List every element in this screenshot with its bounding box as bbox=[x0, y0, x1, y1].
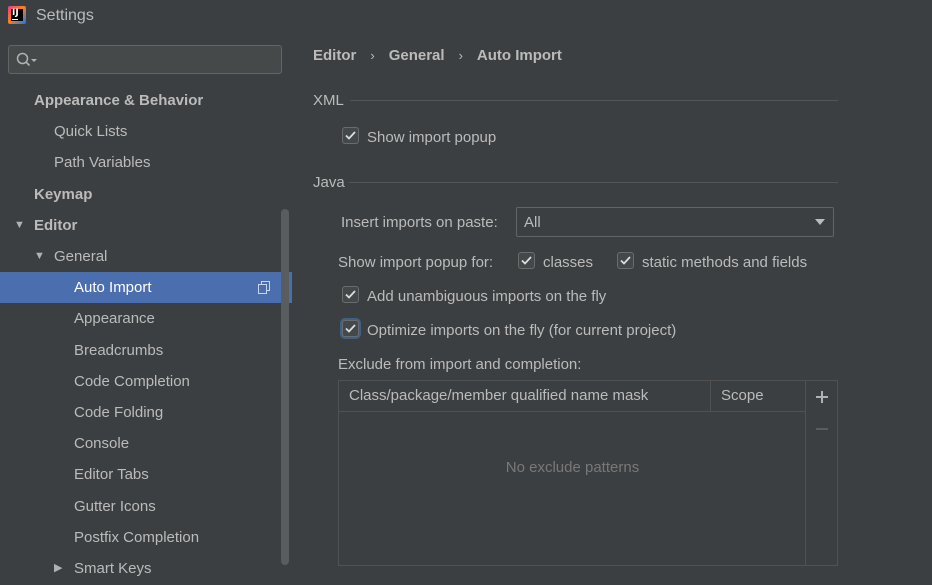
optimize-imports-checkbox[interactable] bbox=[342, 320, 359, 337]
sidebar-item-label: Smart Keys bbox=[74, 560, 152, 577]
expand-arrow-icon[interactable]: ▼ bbox=[34, 241, 45, 272]
sidebar-item-label: Breadcrumbs bbox=[74, 342, 164, 359]
sidebar-item-label: Appearance & Behavior bbox=[34, 92, 204, 109]
insert-imports-dropdown[interactable]: All bbox=[516, 207, 834, 237]
sidebar-item-general[interactable]: ▼ General bbox=[0, 241, 292, 272]
breadcrumb-separator-icon: › bbox=[370, 47, 375, 63]
section-divider bbox=[349, 182, 838, 183]
sidebar-item-label: Editor bbox=[34, 217, 78, 234]
title-bar: IJ Settings bbox=[0, 0, 932, 33]
search-input[interactable] bbox=[8, 45, 282, 74]
static-methods-label: static methods and fields bbox=[642, 254, 808, 271]
sidebar-item-label: Keymap bbox=[34, 186, 93, 203]
sidebar-item-breadcrumbs[interactable]: Breadcrumbs bbox=[0, 335, 292, 366]
window-title: Settings bbox=[36, 7, 94, 24]
add-unambiguous-label: Add unambiguous imports on the fly bbox=[367, 288, 607, 305]
section-divider bbox=[350, 100, 838, 101]
check-icon bbox=[521, 256, 532, 265]
sidebar-item-gutter-icons[interactable]: Gutter Icons bbox=[0, 491, 292, 522]
sidebar-item-code-folding[interactable]: Code Folding bbox=[0, 397, 292, 428]
breadcrumb-item[interactable]: General bbox=[389, 47, 445, 64]
insert-imports-value: All bbox=[524, 214, 541, 231]
static-methods-checkbox[interactable] bbox=[617, 252, 634, 269]
column-header-scope[interactable]: Scope bbox=[721, 387, 764, 404]
classes-checkbox[interactable] bbox=[518, 252, 535, 269]
breadcrumb-separator-icon: › bbox=[458, 47, 463, 63]
check-icon bbox=[620, 256, 631, 265]
table-toolbar bbox=[805, 381, 837, 565]
classes-label: classes bbox=[543, 254, 594, 271]
sidebar-item-editor[interactable]: ▼ Editor bbox=[0, 210, 292, 241]
sidebar-item-keymap[interactable]: Keymap bbox=[0, 179, 292, 210]
optimize-imports-label: Optimize imports on the fly (for current… bbox=[367, 322, 677, 339]
table-empty-text: No exclude patterns bbox=[505, 459, 640, 476]
sidebar-item-label: Code Folding bbox=[74, 404, 164, 421]
sidebar-item-label: Editor Tabs bbox=[74, 466, 149, 483]
search-icon bbox=[16, 52, 37, 67]
check-icon bbox=[345, 131, 356, 140]
project-scope-icon bbox=[258, 281, 270, 294]
sidebar-item-label: General bbox=[54, 248, 108, 265]
app-logo-icon: IJ bbox=[8, 6, 26, 24]
sidebar-item-label: Code Completion bbox=[74, 373, 190, 390]
insert-imports-label: Insert imports on paste: bbox=[341, 214, 498, 231]
column-header-mask[interactable]: Class/package/member qualified name mask bbox=[349, 387, 648, 404]
sidebar-item-auto-import[interactable]: Auto Import bbox=[0, 272, 292, 303]
breadcrumb-item: Auto Import bbox=[476, 46, 562, 64]
show-import-popup-label: Show import popup bbox=[367, 129, 497, 146]
sidebar-scrollbar[interactable] bbox=[281, 209, 289, 565]
sidebar-item-label: Quick Lists bbox=[54, 123, 128, 140]
breadcrumb-item[interactable]: Editor bbox=[313, 47, 356, 64]
sidebar-item-console[interactable]: Console bbox=[0, 428, 292, 459]
collapse-arrow-icon[interactable]: ▶ bbox=[54, 553, 62, 584]
sidebar-item-label: Appearance bbox=[74, 310, 155, 327]
table-header: Class/package/member qualified name mask… bbox=[339, 381, 806, 412]
exclude-label: Exclude from import and completion: bbox=[338, 356, 582, 373]
remove-icon[interactable] bbox=[814, 421, 830, 437]
expand-arrow-icon[interactable]: ▼ bbox=[14, 210, 25, 241]
add-icon[interactable] bbox=[814, 389, 830, 405]
check-icon bbox=[345, 290, 356, 299]
column-divider[interactable] bbox=[710, 381, 711, 412]
xml-section-title: XML bbox=[313, 92, 344, 109]
exclude-table: Class/package/member qualified name mask… bbox=[338, 380, 838, 566]
sidebar-item-appearance-behavior[interactable]: Appearance & Behavior bbox=[0, 85, 292, 116]
sidebar-item-path-variables[interactable]: Path Variables bbox=[0, 147, 292, 178]
sidebar-item-postfix-completion[interactable]: Postfix Completion bbox=[0, 522, 292, 553]
show-popup-for-label: Show import popup for: bbox=[338, 254, 494, 271]
chevron-down-icon bbox=[815, 219, 825, 225]
sidebar-item-label: Path Variables bbox=[54, 154, 151, 171]
sidebar-item-label: Console bbox=[74, 435, 130, 452]
settings-sidebar: Appearance & Behavior Quick Lists Path Var… bbox=[0, 33, 292, 585]
settings-content: Editor › General › Auto Import XML Show … bbox=[292, 33, 932, 585]
sidebar-item-label: Gutter Icons bbox=[74, 498, 156, 515]
sidebar-item-editor-tabs[interactable]: Editor Tabs bbox=[0, 459, 292, 490]
sidebar-item-appearance[interactable]: Appearance bbox=[0, 303, 292, 334]
breadcrumb: Editor › General › Auto Import bbox=[313, 45, 562, 65]
show-import-popup-checkbox[interactable] bbox=[342, 127, 359, 144]
check-icon bbox=[345, 324, 356, 333]
add-unambiguous-checkbox[interactable] bbox=[342, 286, 359, 303]
sidebar-item-label: Postfix Completion bbox=[74, 529, 200, 546]
sidebar-item-smart-keys[interactable]: ▶ Smart Keys bbox=[0, 553, 292, 584]
sidebar-item-code-completion[interactable]: Code Completion bbox=[0, 366, 292, 397]
sidebar-item-label: Auto Import bbox=[74, 279, 152, 296]
sidebar-item-quick-lists[interactable]: Quick Lists bbox=[0, 116, 292, 147]
java-section-title: Java bbox=[313, 174, 345, 191]
